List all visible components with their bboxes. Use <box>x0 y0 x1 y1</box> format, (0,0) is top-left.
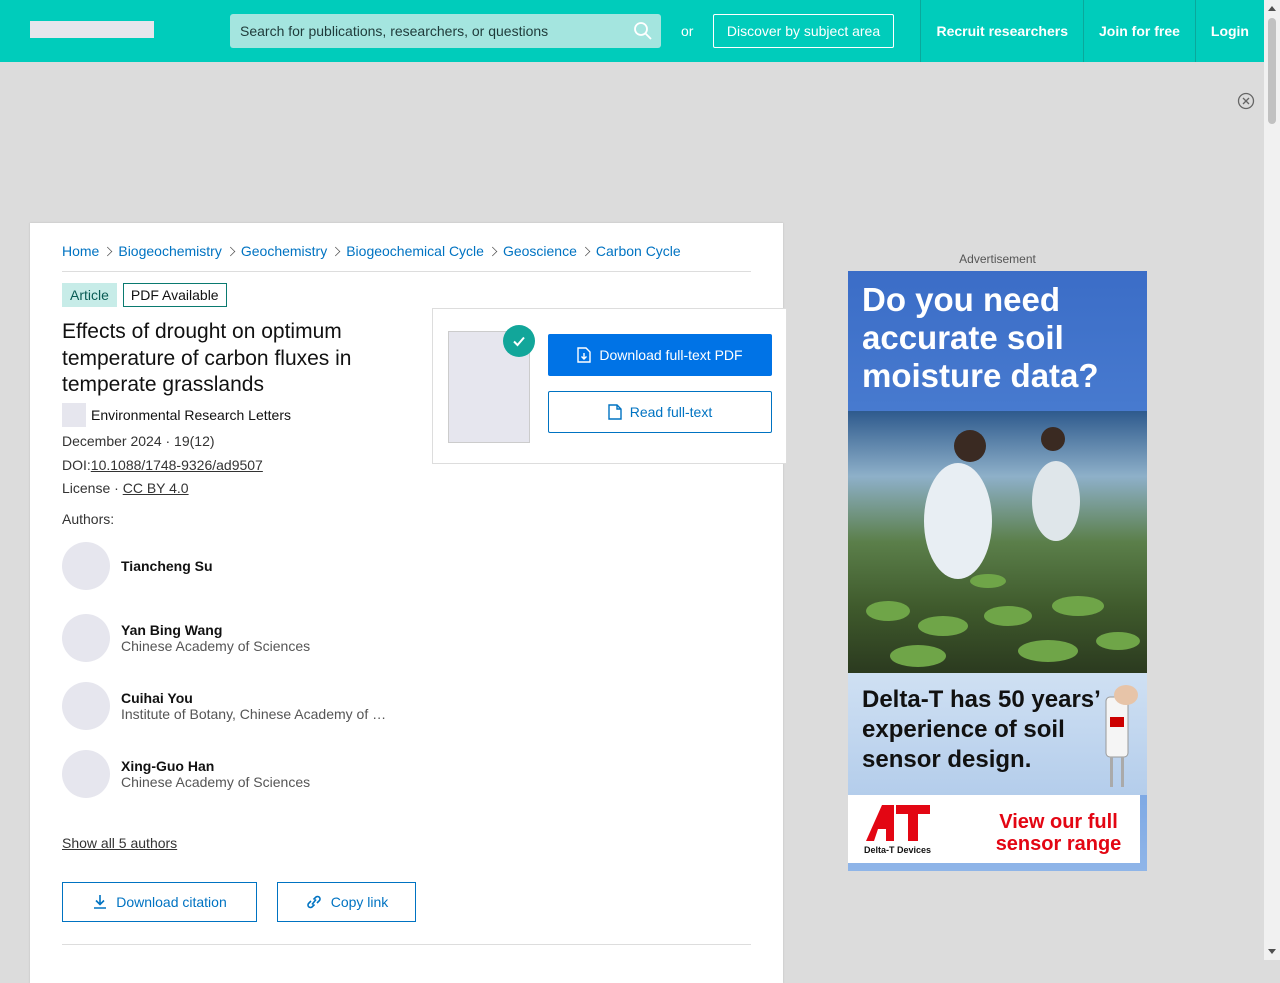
document-icon <box>608 404 622 420</box>
advertisement-label: Advertisement <box>959 252 1036 266</box>
author-item[interactable]: Tiancheng Su <box>62 542 213 590</box>
file-download-icon <box>577 347 592 363</box>
site-logo[interactable] <box>30 21 154 38</box>
top-navigation-bar: or Discover by subject area Recruit rese… <box>0 0 1264 62</box>
pdf-available-badge: PDF Available <box>122 283 227 307</box>
header-nav: Recruit researchers Join for free Login <box>920 0 1264 62</box>
scroll-up-arrow[interactable] <box>1268 6 1276 11</box>
search-icon[interactable] <box>633 21 653 41</box>
ad-subline: Delta-T has 50 years’ experience of soil… <box>862 686 1100 773</box>
chevron-right-icon <box>330 246 341 257</box>
license-row: License · CC BY 4.0 <box>62 480 189 496</box>
download-pdf-button[interactable]: Download full-text PDF <box>548 334 772 376</box>
read-fulltext-button[interactable]: Read full-text <box>548 391 772 433</box>
close-ad-icon[interactable] <box>1237 92 1255 110</box>
breadcrumb-carbon-cycle[interactable]: Carbon Cycle <box>596 243 681 259</box>
fulltext-panel: Download full-text PDF Read full-text <box>432 308 787 464</box>
search-input[interactable] <box>230 14 633 48</box>
download-pdf-label: Download full-text PDF <box>599 347 743 363</box>
show-all-authors-link[interactable]: Show all 5 authors <box>62 835 177 851</box>
journal-logo <box>62 403 86 427</box>
page-scrollbar[interactable] <box>1264 0 1280 960</box>
download-citation-button[interactable]: Download citation <box>62 882 257 922</box>
author-affiliation: Chinese Academy of Sciences <box>121 638 311 654</box>
checkmark-icon <box>503 325 535 357</box>
chevron-right-icon <box>487 246 498 257</box>
avatar[interactable] <box>62 682 110 730</box>
author-item[interactable]: Cuihai You Institute of Botany, Chinese … <box>62 682 391 730</box>
download-icon <box>94 895 107 909</box>
breadcrumb-home[interactable]: Home <box>62 243 99 259</box>
author-name[interactable]: Yan Bing Wang <box>121 622 310 638</box>
recruit-researchers-link[interactable]: Recruit researchers <box>920 0 1083 62</box>
ad-info-section: Delta-T has 50 years’ experience of soil… <box>848 673 1147 795</box>
search-box[interactable] <box>230 14 661 48</box>
breadcrumb-geoscience[interactable]: Geoscience <box>503 243 577 259</box>
link-icon <box>306 895 321 909</box>
copy-link-button[interactable]: Copy link <box>277 882 416 922</box>
scroll-down-arrow[interactable] <box>1268 949 1276 954</box>
article-type-badge: Article <box>62 283 117 307</box>
ad-headline: Do you need accurate soil moisture data? <box>862 281 1099 394</box>
breadcrumb-geochemistry[interactable]: Geochemistry <box>241 243 327 259</box>
license-label: License · <box>62 480 123 496</box>
author-name[interactable]: Tiancheng Su <box>121 558 213 574</box>
ad-photo <box>848 411 1147 673</box>
login-link[interactable]: Login <box>1194 0 1264 62</box>
journal-name[interactable]: Environmental Research Letters <box>91 407 291 423</box>
journal-info: Environmental Research Letters <box>62 403 291 427</box>
copy-link-label: Copy link <box>330 894 389 910</box>
read-fulltext-label: Read full-text <box>629 404 713 420</box>
scientists-in-field-image <box>866 427 1140 667</box>
article-badges: Article PDF Available <box>62 283 227 307</box>
ad-cta[interactable]: View our full sensor range <box>986 811 1131 855</box>
authors-heading: Authors: <box>62 511 115 527</box>
breadcrumb-biogeochemistry[interactable]: Biogeochemistry <box>118 243 222 259</box>
avatar[interactable] <box>62 542 110 590</box>
publication-date: December 2024 · 19(12) <box>62 433 215 449</box>
or-separator: or <box>681 23 694 39</box>
doi-row: DOI:10.1088/1748-9326/ad9507 <box>62 457 263 473</box>
doi-label: DOI: <box>62 457 91 473</box>
download-citation-label: Download citation <box>116 894 227 910</box>
page-title: Effects of drought on optimum temperatur… <box>62 320 352 396</box>
license-link[interactable]: CC BY 4.0 <box>123 480 189 496</box>
breadcrumb-biogeochemical-cycle[interactable]: Biogeochemical Cycle <box>346 243 484 259</box>
scroll-thumb[interactable] <box>1268 18 1276 124</box>
advertisement-banner[interactable]: Do you need accurate soil moisture data?… <box>848 271 1147 871</box>
join-for-free-link[interactable]: Join for free <box>1082 0 1195 62</box>
author-item[interactable]: Xing-Guo Han Chinese Academy of Sciences <box>62 750 310 798</box>
author-name[interactable]: Cuihai You <box>121 690 391 706</box>
avatar[interactable] <box>62 614 110 662</box>
doi-link[interactable]: 10.1088/1748-9326/ad9507 <box>91 457 263 473</box>
breadcrumb: Home Biogeochemistry Geochemistry Biogeo… <box>62 243 751 272</box>
author-name[interactable]: Xing-Guo Han <box>121 758 310 774</box>
ad-logo-text: Delta-T Devices <box>864 845 932 855</box>
chevron-right-icon <box>580 246 591 257</box>
chevron-right-icon <box>103 246 113 257</box>
delta-t-logo <box>866 805 930 841</box>
avatar[interactable] <box>62 750 110 798</box>
author-affiliation: Chinese Academy of Sciences <box>121 774 311 790</box>
soil-sensor-icon <box>1105 685 1138 787</box>
discover-by-subject-button[interactable]: Discover by subject area <box>713 14 894 48</box>
divider <box>62 944 751 945</box>
chevron-right-icon <box>225 246 236 257</box>
author-affiliation: Institute of Botany, Chinese Academy of … <box>121 706 391 722</box>
ad-footer: Delta-T Devices View our full sensor ran… <box>848 795 1140 863</box>
author-item[interactable]: Yan Bing Wang Chinese Academy of Science… <box>62 614 310 662</box>
